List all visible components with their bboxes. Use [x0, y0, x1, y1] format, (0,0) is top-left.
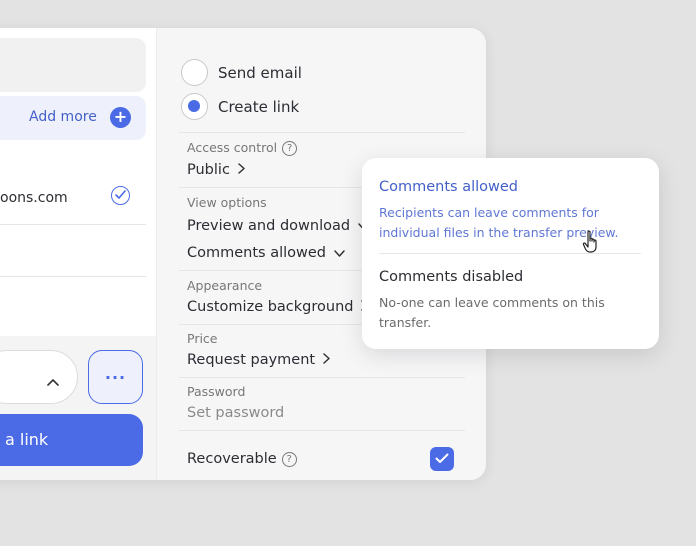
- divider: [0, 276, 146, 277]
- chevron-right-icon: [323, 352, 330, 368]
- price-select[interactable]: Request payment: [187, 352, 330, 368]
- radio-create-link[interactable]: [181, 93, 208, 120]
- appearance-label: Appearance: [187, 278, 263, 293]
- comments-dropdown-menu: Comments allowed Recipients can leave co…: [362, 158, 659, 349]
- access-control-value: Public: [187, 162, 230, 178]
- help-icon[interactable]: ?: [282, 141, 298, 156]
- left-panel: Add more + oons.com ... a link: [0, 28, 156, 480]
- recipient-email: oons.com: [0, 190, 68, 206]
- view-comments-select[interactable]: Comments allowed: [187, 245, 345, 261]
- plus-icon[interactable]: +: [110, 107, 131, 128]
- recoverable-row: Recoverable?: [187, 451, 297, 467]
- password-input[interactable]: Set password: [187, 405, 284, 421]
- chevron-right-icon: [238, 162, 245, 178]
- access-control-label-text: Access control: [187, 140, 278, 155]
- add-more-label: Add more: [29, 109, 97, 125]
- view-comments-value: Comments allowed: [187, 245, 327, 261]
- price-label: Price: [187, 331, 218, 346]
- view-preview-select[interactable]: Preview and download: [187, 218, 369, 234]
- password-label: Password: [187, 384, 246, 399]
- appearance-value: Customize background: [187, 299, 354, 315]
- hand-cursor-icon: [582, 230, 597, 253]
- add-more-row[interactable]: Add more +: [0, 96, 146, 140]
- divider: [0, 224, 146, 225]
- divider: [179, 132, 465, 133]
- chevron-up-icon: [47, 371, 59, 390]
- view-options-label: View options: [187, 195, 267, 210]
- more-options-button[interactable]: ...: [88, 350, 143, 404]
- price-value: Request payment: [187, 352, 316, 368]
- more-icon: ...: [104, 364, 127, 383]
- chevron-down-icon: [334, 245, 345, 261]
- send-email-option[interactable]: Send email: [181, 59, 302, 86]
- send-email-label: Send email: [218, 63, 302, 82]
- help-icon[interactable]: ?: [281, 451, 297, 467]
- divider: [179, 430, 465, 431]
- checkbox-check-icon: [435, 453, 449, 463]
- option-comments-disabled[interactable]: Comments disabled: [379, 269, 523, 285]
- view-preview-value: Preview and download: [187, 218, 351, 234]
- radio-send-email[interactable]: [181, 59, 208, 86]
- appearance-select[interactable]: Customize background: [187, 299, 369, 315]
- access-control-select[interactable]: Public: [187, 162, 245, 178]
- divider: [179, 377, 465, 378]
- access-control-label: Access control?: [187, 140, 298, 156]
- message-field[interactable]: [0, 38, 146, 92]
- get-link-label: a link: [5, 430, 49, 449]
- recoverable-checkbox[interactable]: [430, 447, 454, 471]
- option-comments-disabled-desc[interactable]: No-one can leave comments on this transf…: [379, 293, 619, 333]
- check-circle-icon: [111, 186, 130, 205]
- expiry-select[interactable]: [0, 350, 78, 404]
- recoverable-label: Recoverable: [187, 451, 277, 467]
- option-comments-allowed[interactable]: Comments allowed: [379, 179, 518, 195]
- create-link-label: Create link: [218, 97, 300, 116]
- create-link-option[interactable]: Create link: [181, 93, 299, 120]
- get-link-button[interactable]: a link: [0, 414, 143, 466]
